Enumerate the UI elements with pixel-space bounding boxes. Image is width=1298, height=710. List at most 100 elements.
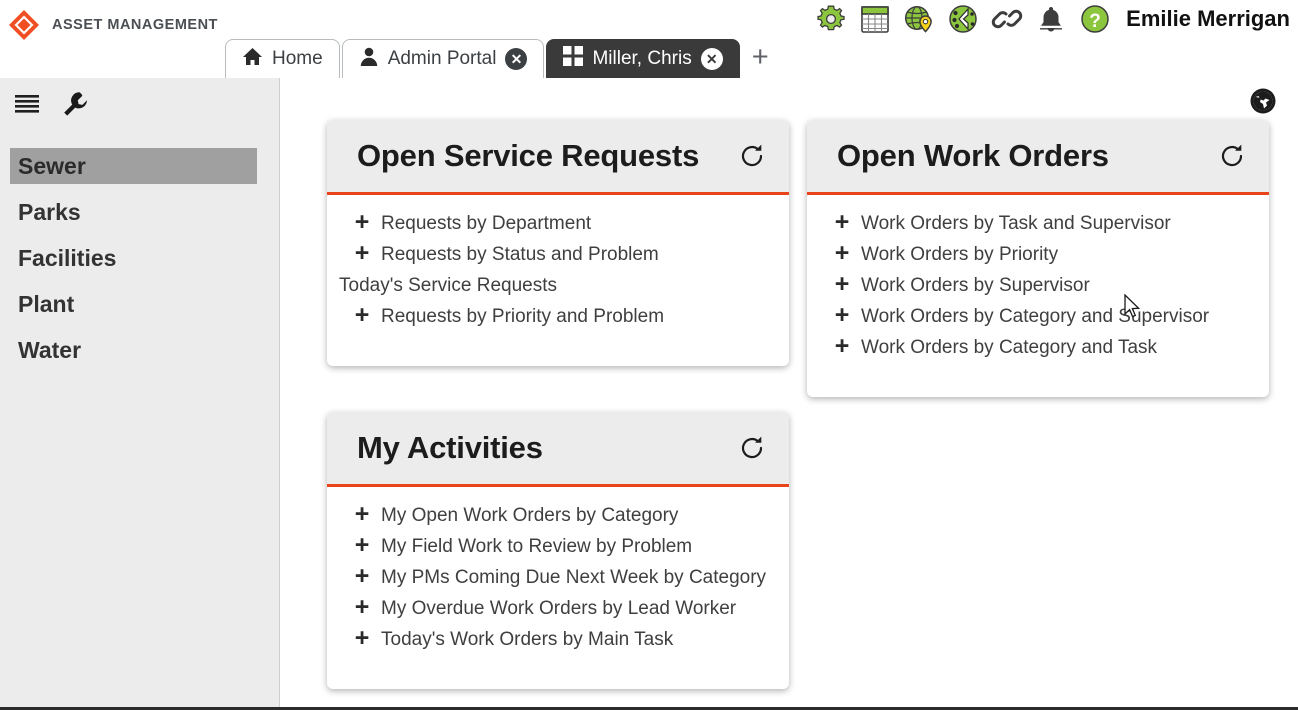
card-header: My Activities	[327, 412, 789, 487]
list-item[interactable]: + Work Orders by Task and Supervisor	[807, 208, 1269, 239]
brand: ASSET MANAGEMENT	[8, 6, 218, 44]
close-icon[interactable]: ✕	[505, 48, 528, 70]
list-item-label: My PMs Coming Due Next Week by Category	[381, 566, 767, 588]
dashboard-content: Open Service Requests + Requests by Depa…	[281, 78, 1298, 707]
plus-icon: +	[834, 239, 850, 267]
list-item-label: Requests by Priority and Problem	[381, 305, 665, 327]
tab-miller-chris[interactable]: Miller, Chris ✕	[546, 39, 740, 78]
list-item[interactable]: + Work Orders by Priority	[807, 239, 1269, 270]
plus-icon: +	[834, 301, 850, 329]
card-body: + My Open Work Orders by Category + My F…	[327, 487, 789, 677]
list-item-label: Today's Work Orders by Main Task	[381, 628, 674, 650]
sidebar-item-sewer[interactable]: Sewer	[10, 148, 257, 184]
card-title: Open Work Orders	[837, 138, 1109, 173]
refresh-icon[interactable]	[739, 143, 765, 169]
plus-icon: +	[354, 208, 370, 236]
list-item-label: Requests by Department	[381, 212, 592, 234]
sidebar-item-label: Parks	[18, 198, 81, 225]
plus-icon: +	[354, 301, 370, 329]
list-item[interactable]: + Today's Work Orders by Main Task	[327, 624, 789, 655]
map-pin-globe-icon[interactable]	[902, 2, 936, 36]
card-my-activities: My Activities + My Open Work Orders by C…	[327, 412, 789, 689]
app-body: Sewer Parks Facilities Plant Water Open …	[0, 78, 1298, 708]
card-body: + Work Orders by Task and Supervisor + W…	[807, 195, 1269, 385]
tab-label: Admin Portal	[387, 48, 497, 69]
svg-text:?: ?	[1089, 11, 1101, 32]
list-item[interactable]: + Work Orders by Category and Task	[807, 332, 1269, 363]
wrench-icon[interactable]	[62, 91, 88, 122]
dashboard-grid-icon	[563, 46, 584, 72]
help-icon[interactable]: ?	[1078, 2, 1112, 36]
refresh-icon[interactable]	[739, 435, 765, 461]
plus-icon: +	[354, 531, 370, 559]
sidebar-item-label: Facilities	[18, 244, 117, 271]
bell-icon[interactable]	[1034, 2, 1068, 36]
user-name[interactable]: Emilie Merrigan	[1126, 6, 1290, 32]
plus-icon: +	[834, 270, 850, 298]
sidebar-item-facilities[interactable]: Facilities	[10, 240, 257, 276]
top-header: ASSET MANAGEMENT ? Emilie Merrigan Home …	[0, 0, 1298, 78]
list-item[interactable]: + Requests by Priority and Problem	[327, 301, 789, 332]
list-item[interactable]: + My Overdue Work Orders by Lead Worker	[327, 593, 789, 624]
tab-admin-portal[interactable]: Admin Portal ✕	[341, 39, 545, 78]
tab-strip: Home Admin Portal ✕ Miller, Chris ✕ +	[225, 36, 777, 78]
list-item-label: My Overdue Work Orders by Lead Worker	[381, 597, 737, 619]
plus-icon: +	[834, 332, 850, 360]
hamburger-menu-icon[interactable]	[14, 93, 40, 120]
close-icon[interactable]: ✕	[700, 48, 723, 70]
person-icon	[359, 46, 379, 73]
brand-name: ASSET MANAGEMENT	[52, 17, 218, 33]
new-tab-button[interactable]: +	[742, 43, 777, 78]
list-item[interactable]: + Requests by Department	[327, 208, 789, 239]
card-title: My Activities	[357, 430, 543, 465]
list-item[interactable]: + My PMs Coming Due Next Week by Categor…	[327, 562, 789, 593]
list-item[interactable]: + Requests by Status and Problem	[327, 239, 789, 270]
plus-icon: +	[354, 500, 370, 528]
sidebar-nav: Sewer Parks Facilities Plant Water	[0, 148, 279, 368]
card-header: Open Work Orders	[807, 120, 1269, 195]
globe-icon[interactable]	[1249, 87, 1277, 115]
plus-icon: +	[354, 562, 370, 590]
sidebar-item-label: Sewer	[18, 152, 86, 179]
card-title: Open Service Requests	[357, 138, 700, 173]
list-item-label: Work Orders by Task and Supervisor	[861, 212, 1171, 234]
sidebar-item-water[interactable]: Water	[10, 332, 257, 368]
sidebar-item-parks[interactable]: Parks	[10, 194, 257, 230]
list-item-label: Work Orders by Priority	[861, 243, 1059, 265]
tab-label: Home	[272, 48, 323, 69]
sidebar-item-label: Plant	[18, 290, 75, 317]
plus-icon: +	[834, 208, 850, 236]
calendar-icon[interactable]	[858, 2, 892, 36]
sidebar: Sewer Parks Facilities Plant Water	[0, 78, 280, 707]
list-item[interactable]: + Work Orders by Supervisor	[807, 270, 1269, 301]
list-item[interactable]: + My Open Work Orders by Category	[327, 500, 789, 531]
list-item[interactable]: + My Field Work to Review by Problem	[327, 531, 789, 562]
diamond-logo-icon	[8, 9, 40, 41]
list-item-label: Work Orders by Category and Supervisor	[861, 305, 1210, 327]
list-item-static: Today's Service Requests	[327, 270, 789, 301]
list-item-label: Requests by Status and Problem	[381, 243, 659, 265]
list-item-label: Work Orders by Category and Task	[861, 336, 1158, 358]
list-item-label: Work Orders by Supervisor	[861, 274, 1090, 296]
list-item[interactable]: + Work Orders by Category and Supervisor	[807, 301, 1269, 332]
list-item-label: My Field Work to Review by Problem	[381, 535, 693, 557]
sidebar-item-plant[interactable]: Plant	[10, 286, 257, 322]
gear-icon[interactable]	[814, 2, 848, 36]
tab-home[interactable]: Home	[225, 39, 340, 78]
sidebar-toolbar	[0, 78, 279, 124]
plus-icon: +	[354, 239, 370, 267]
home-icon	[242, 46, 263, 73]
analytics-icon[interactable]	[946, 2, 980, 36]
system-icon-row: ? Emilie Merrigan	[814, 0, 1298, 38]
list-item-label: My Open Work Orders by Category	[381, 504, 679, 526]
list-item-label: Today's Service Requests	[339, 274, 558, 296]
card-open-work-orders: Open Work Orders + Work Orders by Task a…	[807, 120, 1269, 397]
sidebar-item-label: Water	[18, 336, 82, 363]
refresh-icon[interactable]	[1219, 143, 1245, 169]
card-open-service-requests: Open Service Requests + Requests by Depa…	[327, 120, 789, 366]
plus-icon: +	[354, 624, 370, 652]
link-icon[interactable]	[990, 2, 1024, 36]
tab-label: Miller, Chris	[592, 48, 692, 69]
card-body: + Requests by Department + Requests by S…	[327, 195, 789, 354]
plus-icon: +	[354, 593, 370, 621]
